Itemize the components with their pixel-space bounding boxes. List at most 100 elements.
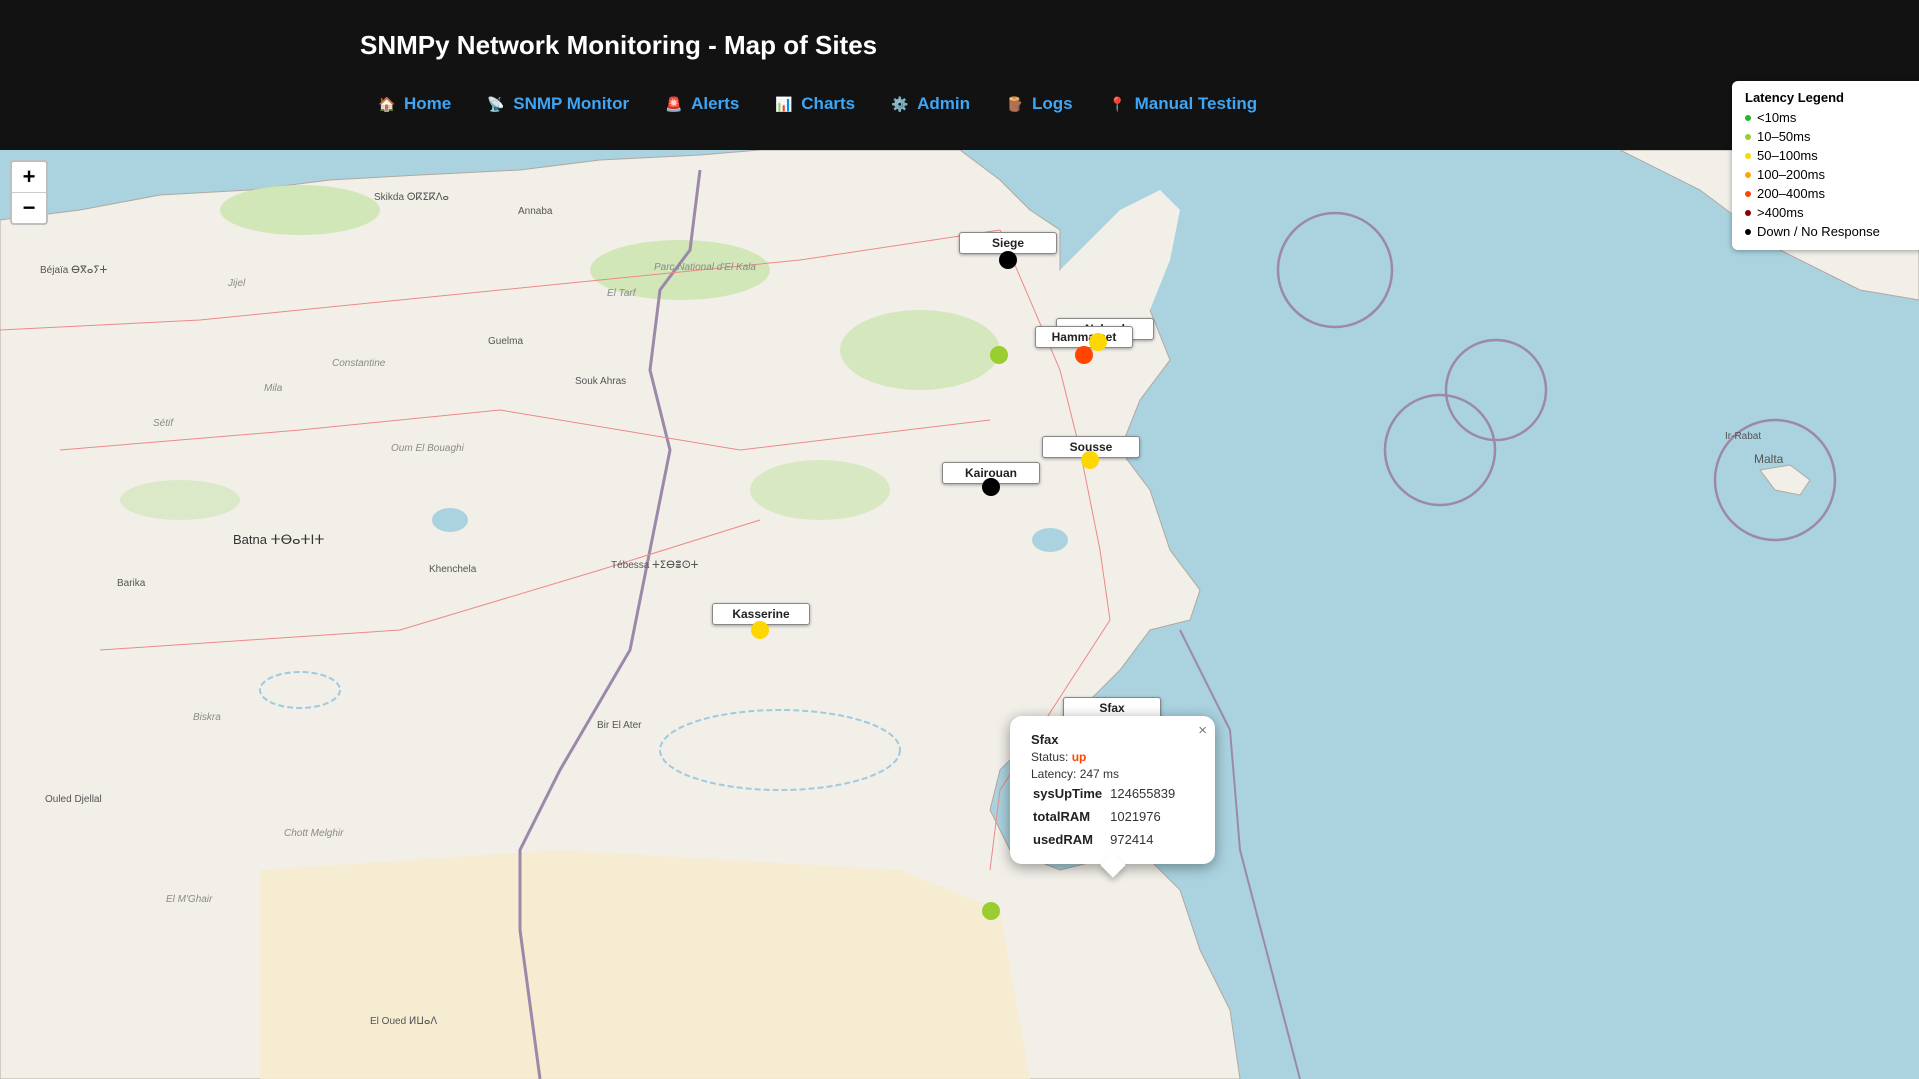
map-label: Guelma — [488, 336, 524, 347]
popup-latency: Latency: 247 ms — [1031, 767, 1120, 781]
popup-site-name: Sfax — [1031, 732, 1059, 747]
nav-logs[interactable]: 🪵 Logs — [988, 90, 1091, 118]
site-popup: × Sfax Status: up Latency: 247 ms sysUpT… — [1010, 716, 1215, 878]
map-label: Ir-Rabat — [1725, 431, 1762, 442]
map-canvas[interactable]: Skikda ⵙⴽⵉⴽⴷⴰ Annaba Béjaïa ⴱⴳⴰⵢⵜ Jijel … — [0, 150, 1919, 1079]
nav-snmp-monitor-label: SNMP Monitor — [513, 94, 630, 113]
close-icon[interactable]: × — [1198, 722, 1207, 739]
house-icon: 🏠 — [378, 96, 396, 112]
legend-dot-icon — [1745, 228, 1751, 235]
bar-chart-icon: 📊 — [775, 96, 793, 112]
map-label: Khenchela — [429, 564, 477, 575]
island-boundary — [1276, 211, 1394, 329]
legend-dot-icon — [1745, 152, 1751, 159]
legend-label: Down / No Response — [1757, 224, 1880, 239]
forest — [750, 460, 890, 520]
legend-dot-icon — [1745, 209, 1751, 216]
site-marker-hammamet[interactable] — [1075, 346, 1093, 364]
map-label: El Oued ⵍⵡⴰⴷ — [370, 1016, 438, 1027]
legend-dot-icon — [1745, 190, 1751, 197]
forest — [220, 185, 380, 235]
map-label: Souk Ahras — [575, 376, 627, 387]
site-marker-siege[interactable] — [999, 251, 1017, 269]
legend-label: 100–200ms — [1757, 167, 1825, 182]
forest — [840, 310, 1000, 390]
map-label: Sétif — [153, 418, 174, 429]
legend-item: 100–200ms — [1745, 165, 1913, 184]
legend-item: 10–50ms — [1745, 127, 1913, 146]
metric-key: sysUpTime — [1033, 786, 1103, 801]
latency-legend: Latency Legend <10ms 10–50ms 50–100ms 10… — [1732, 81, 1919, 250]
map-label: Batna ⵜⴱⴰⵜⵏⵜ — [233, 532, 325, 547]
legend-item: 200–400ms — [1745, 184, 1913, 203]
lake — [432, 508, 468, 532]
nav-manual-testing[interactable]: 📍 Manual Testing — [1091, 90, 1275, 118]
nav-snmp-monitor[interactable]: 📡 SNMP Monitor — [469, 90, 647, 118]
map-label: Barika — [117, 578, 146, 589]
site-marker-unlabeled[interactable] — [990, 346, 1008, 364]
site-label-hammamet[interactable]: Hammamet — [1035, 326, 1133, 348]
nav-home-label: Home — [404, 94, 452, 113]
siren-icon: 🚨 — [665, 96, 683, 112]
legend-label: 200–400ms — [1757, 186, 1825, 201]
nav-home[interactable]: 🏠 Home — [360, 90, 469, 118]
metric-value: 124655839 — [1110, 786, 1176, 801]
map-label: Tébessa ⵜⵉⴱⴻⵙⵜ — [611, 560, 699, 571]
map-label: Jijel — [228, 278, 246, 289]
site-marker-kairouan[interactable] — [982, 478, 1000, 496]
desert-south — [260, 850, 1030, 1079]
nav-charts-label: Charts — [801, 94, 856, 113]
nav-admin[interactable]: ⚙️ Admin — [873, 90, 988, 118]
legend-dot-icon — [1745, 171, 1751, 178]
map-base-layer — [0, 150, 1919, 1079]
map-label: Ouled Djellal — [45, 794, 102, 805]
pin-icon: 📍 — [1108, 96, 1127, 112]
map-label: Skikda ⵙⴽⵉⴽⴷⴰ — [374, 192, 449, 203]
page-title: SNMPy Network Monitoring - Map of Sites — [360, 30, 878, 60]
legend-dot-icon — [1745, 114, 1751, 121]
legend-title: Latency Legend — [1745, 90, 1844, 105]
map-label: Biskra — [193, 712, 221, 723]
table-row: sysUpTime 124655839 — [1031, 782, 1181, 805]
map-label: Constantine — [332, 358, 386, 369]
log-icon: 🪵 — [1006, 96, 1024, 112]
legend-item: >400ms — [1745, 203, 1913, 222]
popup-status-label: Status: — [1031, 750, 1069, 764]
zoom-control: + − — [10, 160, 48, 225]
map-label: Béjaïa ⴱⴳⴰⵢⵜ — [40, 265, 108, 276]
map-label: Chott Melghir — [284, 828, 344, 839]
nav-logs-label: Logs — [1032, 94, 1073, 113]
site-marker-kasserine[interactable] — [751, 621, 769, 639]
satellite-dish-icon: 📡 — [487, 96, 505, 112]
map-label: Oum El Bouaghi — [391, 443, 464, 454]
island-boundary — [1383, 393, 1497, 507]
table-row: totalRAM 1021976 — [1031, 805, 1181, 828]
legend-label: <10ms — [1757, 110, 1797, 125]
popup-status-value: up — [1071, 750, 1087, 764]
legend-label: 10–50ms — [1757, 129, 1811, 144]
nav-charts[interactable]: 📊 Charts — [757, 90, 873, 118]
map-label: Annaba — [518, 206, 553, 217]
nav-admin-label: Admin — [917, 94, 971, 113]
metric-key: totalRAM — [1033, 809, 1091, 824]
map-label: El M'Ghair — [166, 894, 213, 905]
nav-alerts[interactable]: 🚨 Alerts — [647, 90, 757, 118]
lake-sabkha — [1032, 528, 1068, 552]
site-marker-nabeul[interactable] — [1089, 333, 1107, 351]
main-nav: 🏠 Home 📡 SNMP Monitor 🚨 Alerts 📊 Charts ⚙️ Ad… — [360, 90, 1275, 118]
site-marker-unlabeled[interactable] — [982, 902, 1000, 920]
metric-value: 972414 — [1110, 832, 1154, 847]
legend-label: >400ms — [1757, 205, 1804, 220]
legend-dot-icon — [1745, 133, 1751, 140]
land-malta — [1759, 464, 1811, 496]
legend-item: Down / No Response — [1745, 222, 1913, 241]
table-row: usedRAM 972414 — [1031, 828, 1181, 851]
map-label: Malta — [1754, 452, 1784, 466]
metric-key: usedRAM — [1033, 832, 1093, 847]
nav-manual-testing-label: Manual Testing — [1134, 94, 1258, 113]
zoom-out-button[interactable]: − — [12, 192, 46, 223]
metric-value: 1021976 — [1110, 809, 1161, 824]
site-marker-sousse[interactable] — [1081, 451, 1099, 469]
legend-label: 50–100ms — [1757, 148, 1818, 163]
zoom-in-button[interactable]: + — [12, 162, 46, 192]
